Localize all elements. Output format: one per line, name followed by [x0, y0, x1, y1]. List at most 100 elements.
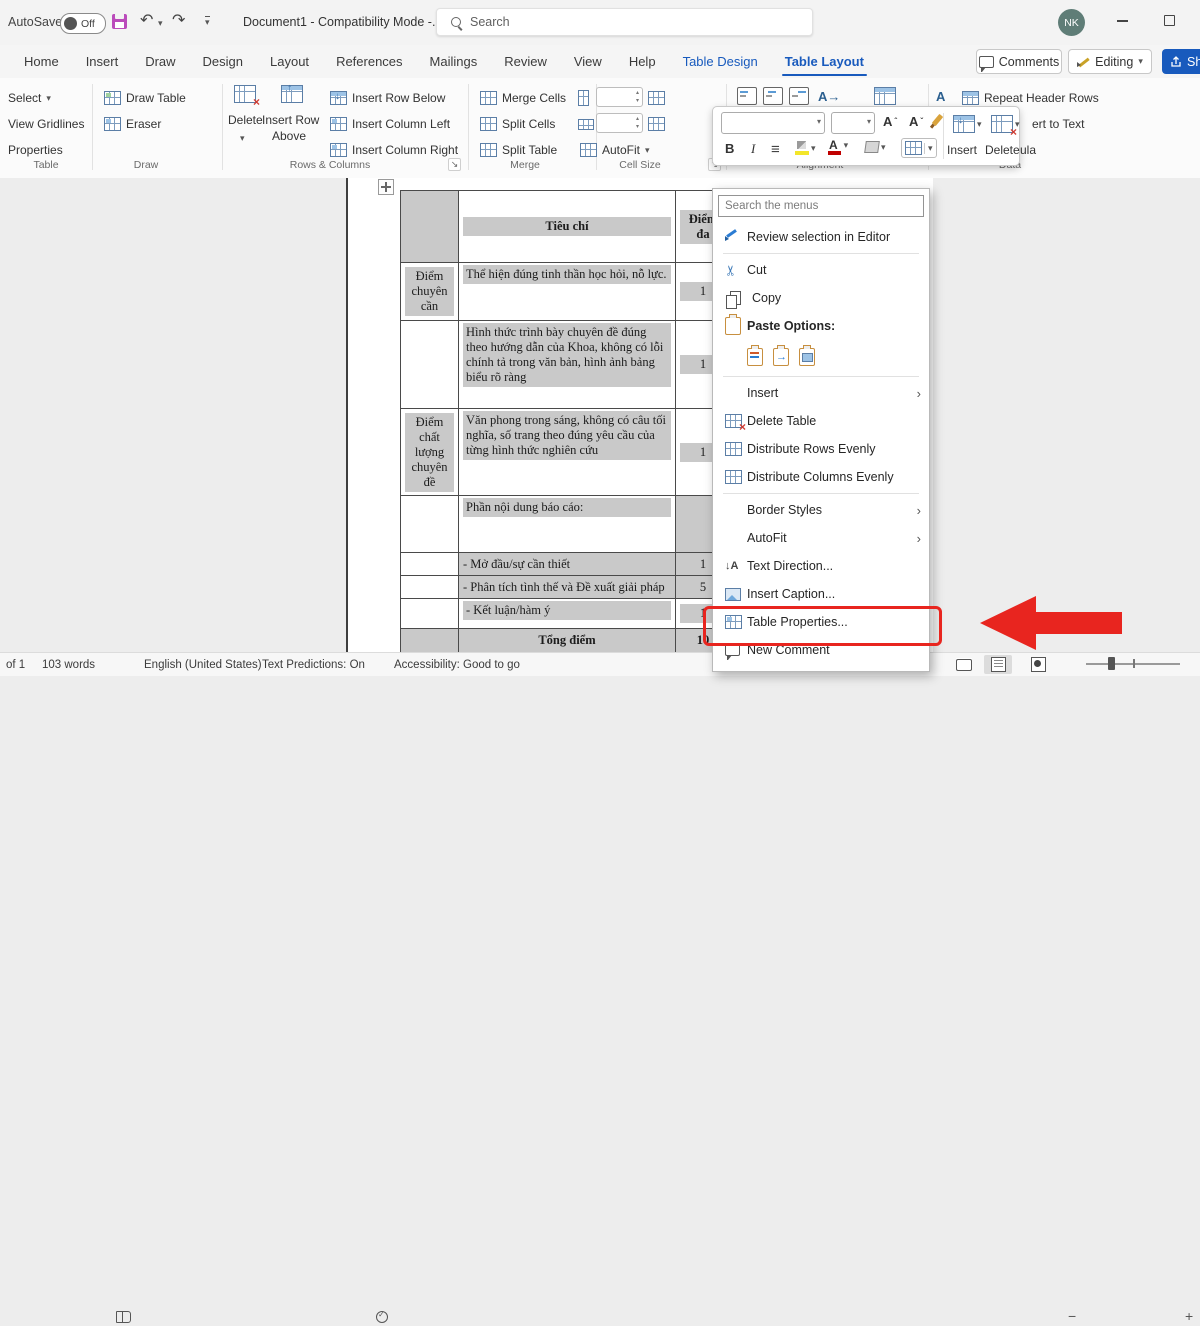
redo-icon[interactable]: ↷ [172, 13, 185, 29]
insert-row-below-button[interactable]: Insert Row Below [330, 88, 445, 108]
autosave-toggle[interactable]: Off [60, 13, 106, 34]
repeat-header-rows-button[interactable]: Repeat Header Rows [962, 88, 1099, 108]
zoom-slider-thumb[interactable] [1108, 657, 1115, 670]
split-table-button[interactable]: Split Table [480, 140, 557, 160]
tab-table-design[interactable]: Table Design [683, 54, 758, 69]
tab-references[interactable]: References [336, 54, 402, 69]
tab-table-layout[interactable]: Table Layout [785, 54, 864, 69]
tab-home[interactable]: Home [24, 54, 59, 69]
table-cell[interactable]: Tiêu chí [459, 191, 676, 263]
table-cell[interactable] [401, 629, 459, 653]
print-layout-button[interactable] [984, 655, 1012, 674]
comments-button[interactable]: Comments [976, 49, 1062, 74]
eraser-button[interactable]: Eraser [104, 114, 161, 134]
table-cell[interactable]: Hình thức trình bày chuyên đề đúng theo … [459, 321, 676, 409]
rows-columns-dialog-launcher-icon[interactable]: ↘ [448, 158, 461, 171]
table-cell[interactable]: Phần nội dung báo cáo: [459, 496, 676, 553]
paste-keep-source-formatting-icon[interactable] [747, 348, 763, 366]
table-cell[interactable] [401, 191, 459, 263]
select-button[interactable]: Select▾ [8, 88, 51, 108]
avatar[interactable]: NK [1058, 9, 1085, 36]
table-cell[interactable] [401, 599, 459, 629]
menu-item-review-in-editor[interactable]: Review selection in Editor [713, 223, 929, 251]
justify-icon[interactable]: ≡ [771, 141, 780, 158]
mini-insert-button[interactable]: ▾ [953, 115, 982, 133]
sort-button[interactable]: A [936, 86, 945, 106]
font-color-button[interactable]: A▾ [829, 140, 848, 151]
table-cell[interactable] [401, 576, 459, 599]
tab-help[interactable]: Help [629, 54, 656, 69]
menu-item-cut[interactable]: ✂ Cut [713, 256, 929, 284]
text-direction-icon[interactable]: A→ [818, 86, 840, 106]
mini-delete-button[interactable]: ▾ [991, 115, 1020, 133]
read-mode-button[interactable] [950, 655, 978, 674]
menu-item-insert-caption[interactable]: Insert Caption... [713, 580, 929, 608]
format-painter-button[interactable] [935, 114, 940, 126]
insert-row-above-label2[interactable]: Above [272, 126, 306, 146]
table-cell[interactable]: Thể hiện đúng tinh thần học hỏi, nỗ lực. [459, 263, 676, 321]
document-table[interactable]: Tiêu chí Điểm đa Điểm chuyên cần Thể hiệ… [400, 190, 731, 653]
cell-margins-icon[interactable] [874, 86, 896, 106]
undo-chevron-icon[interactable]: ▾ [158, 18, 163, 29]
restore-window-icon[interactable] [1164, 15, 1175, 26]
tab-review[interactable]: Review [504, 54, 547, 69]
font-size-combo[interactable] [831, 112, 875, 134]
table-cell[interactable]: Điểm chất lượng chuyên đề [401, 409, 459, 496]
table-cell[interactable]: Văn phong trong sáng, không có câu tối n… [459, 409, 676, 496]
merge-cells-button[interactable]: Merge Cells [480, 88, 566, 108]
table-cell[interactable] [401, 496, 459, 553]
menu-item-distribute-columns[interactable]: Distribute Columns Evenly [713, 463, 929, 491]
web-layout-button[interactable] [1024, 655, 1052, 674]
undo-icon[interactable]: ↶ [140, 13, 153, 29]
formula-button[interactable]: ula [1020, 140, 1036, 160]
language-indicator[interactable]: English (United States) [144, 659, 262, 671]
menu-item-delete-table[interactable]: Delete Table [713, 407, 929, 435]
delete-chevron-icon[interactable]: ▾ [240, 128, 245, 148]
share-button[interactable]: Sha [1162, 49, 1200, 74]
table-cell[interactable]: - Phân tích tình thế và Đề xuất giải phá… [459, 576, 676, 599]
document-area[interactable]: Tiêu chí Điểm đa Điểm chuyên cần Thể hiệ… [0, 178, 1200, 652]
accessibility-status[interactable]: Accessibility: Good to go [394, 659, 520, 671]
table-cell[interactable]: - Mở đầu/sự cần thiết [459, 553, 676, 576]
split-cells-button[interactable]: Split Cells [480, 114, 555, 134]
tab-design[interactable]: Design [203, 54, 243, 69]
insert-column-right-button[interactable]: Insert Column Right [330, 140, 458, 160]
word-count[interactable]: 103 words [42, 659, 95, 671]
shrink-font-button[interactable]: Aˇ [909, 114, 923, 129]
table-cell[interactable] [401, 321, 459, 409]
paste-picture-icon[interactable] [799, 348, 815, 366]
menu-item-copy[interactable]: Copy [713, 284, 929, 312]
tab-layout[interactable]: Layout [270, 54, 309, 69]
tab-draw[interactable]: Draw [145, 54, 175, 69]
menu-item-insert[interactable]: Insert › [713, 379, 929, 407]
search-input[interactable]: Search [436, 8, 813, 36]
insert-column-left-button[interactable]: Insert Column Left [330, 114, 450, 134]
row-height-spinner[interactable] [596, 87, 643, 107]
tab-insert[interactable]: Insert [86, 54, 119, 69]
draw-table-button[interactable]: Draw Table [104, 88, 186, 108]
convert-to-text-button[interactable]: ert to Text [1032, 114, 1084, 134]
tab-mailings[interactable]: Mailings [430, 54, 478, 69]
tab-view[interactable]: View [574, 54, 602, 69]
distribute-columns-small-icon[interactable] [648, 88, 665, 108]
table-cell[interactable] [401, 553, 459, 576]
table-cell[interactable]: Điểm chuyên cần [401, 263, 459, 321]
delete-button[interactable]: Delete [228, 110, 263, 130]
quick-access-overflow-icon[interactable]: ▾ [205, 16, 210, 26]
align-top-right-button[interactable] [789, 86, 809, 106]
autofit-button[interactable]: AutoFit▾ [580, 140, 650, 160]
borders-button[interactable]: ▾ [901, 138, 937, 158]
editing-button[interactable]: Editing ▾ [1068, 49, 1152, 74]
shading-button[interactable]: ▾ [865, 141, 886, 153]
page-indicator[interactable]: of 1 [6, 659, 25, 671]
align-top-center-button[interactable] [763, 86, 783, 106]
paste-merge-formatting-icon[interactable] [773, 348, 789, 366]
menu-item-text-direction[interactable]: ↓A Text Direction... [713, 552, 929, 580]
italic-button[interactable]: I [751, 141, 755, 157]
view-gridlines-button[interactable]: View Gridlines [8, 114, 84, 134]
properties-button[interactable]: Properties [8, 140, 63, 160]
minimize-icon[interactable] [1117, 20, 1128, 22]
zoom-out-button[interactable]: − [1068, 1308, 1076, 1324]
menu-search-input[interactable] [718, 195, 924, 217]
menu-item-border-styles[interactable]: Border Styles › [713, 496, 929, 524]
